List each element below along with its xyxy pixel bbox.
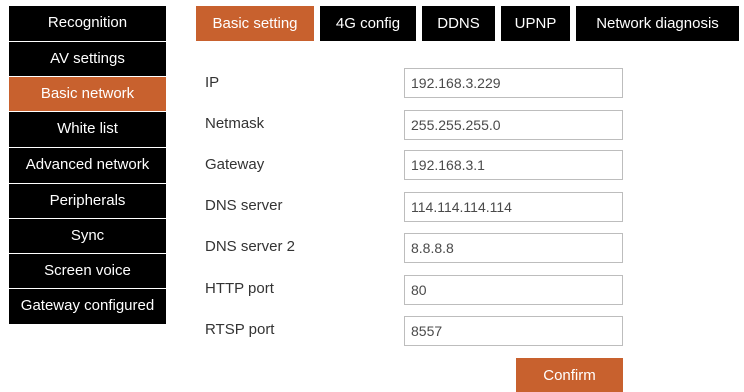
sidebar-item-white-list[interactable]: White list [9, 112, 166, 146]
sidebar-item-advanced-network[interactable]: Advanced network [9, 148, 166, 182]
http-port-label: HTTP port [205, 280, 274, 297]
tab-basic-setting[interactable]: Basic setting [196, 6, 314, 41]
tab-network-diagnosis[interactable]: Network diagnosis [576, 6, 739, 41]
dns-server-input[interactable] [404, 192, 623, 222]
tab-4g-config[interactable]: 4G config [320, 6, 416, 41]
netmask-input[interactable] [404, 110, 623, 140]
rtsp-port-input[interactable] [404, 316, 623, 346]
dns-server-2-label: DNS server 2 [205, 238, 296, 255]
sidebar-item-basic-network[interactable]: Basic network [9, 77, 166, 111]
ip-input[interactable] [404, 68, 623, 98]
confirm-button[interactable]: Confirm [516, 358, 623, 392]
netmask-label: Netmask [205, 115, 265, 132]
tab-upnp[interactable]: UPNP [501, 6, 570, 41]
dns-server-2-input[interactable] [404, 233, 623, 263]
sidebar-item-sync[interactable]: Sync [9, 219, 166, 253]
http-port-input[interactable] [404, 275, 623, 305]
gateway-label: Gateway [205, 156, 265, 173]
sidebar-item-recognition[interactable]: Recognition [9, 6, 166, 40]
rtsp-port-label: RTSP port [205, 321, 275, 338]
sidebar-item-av-settings[interactable]: AV settings [9, 42, 166, 76]
sidebar-nav: Recognition AV settings Basic network Wh… [9, 6, 166, 324]
sidebar-item-gateway-configured[interactable]: Gateway configured [9, 289, 166, 323]
sidebar-item-peripherals[interactable]: Peripherals [9, 184, 166, 218]
gateway-input[interactable] [404, 150, 623, 180]
tab-ddns[interactable]: DDNS [422, 6, 495, 41]
ip-label: IP [205, 74, 220, 91]
dns-server-label: DNS server [205, 197, 283, 214]
sidebar-item-screen-voice[interactable]: Screen voice [9, 254, 166, 288]
